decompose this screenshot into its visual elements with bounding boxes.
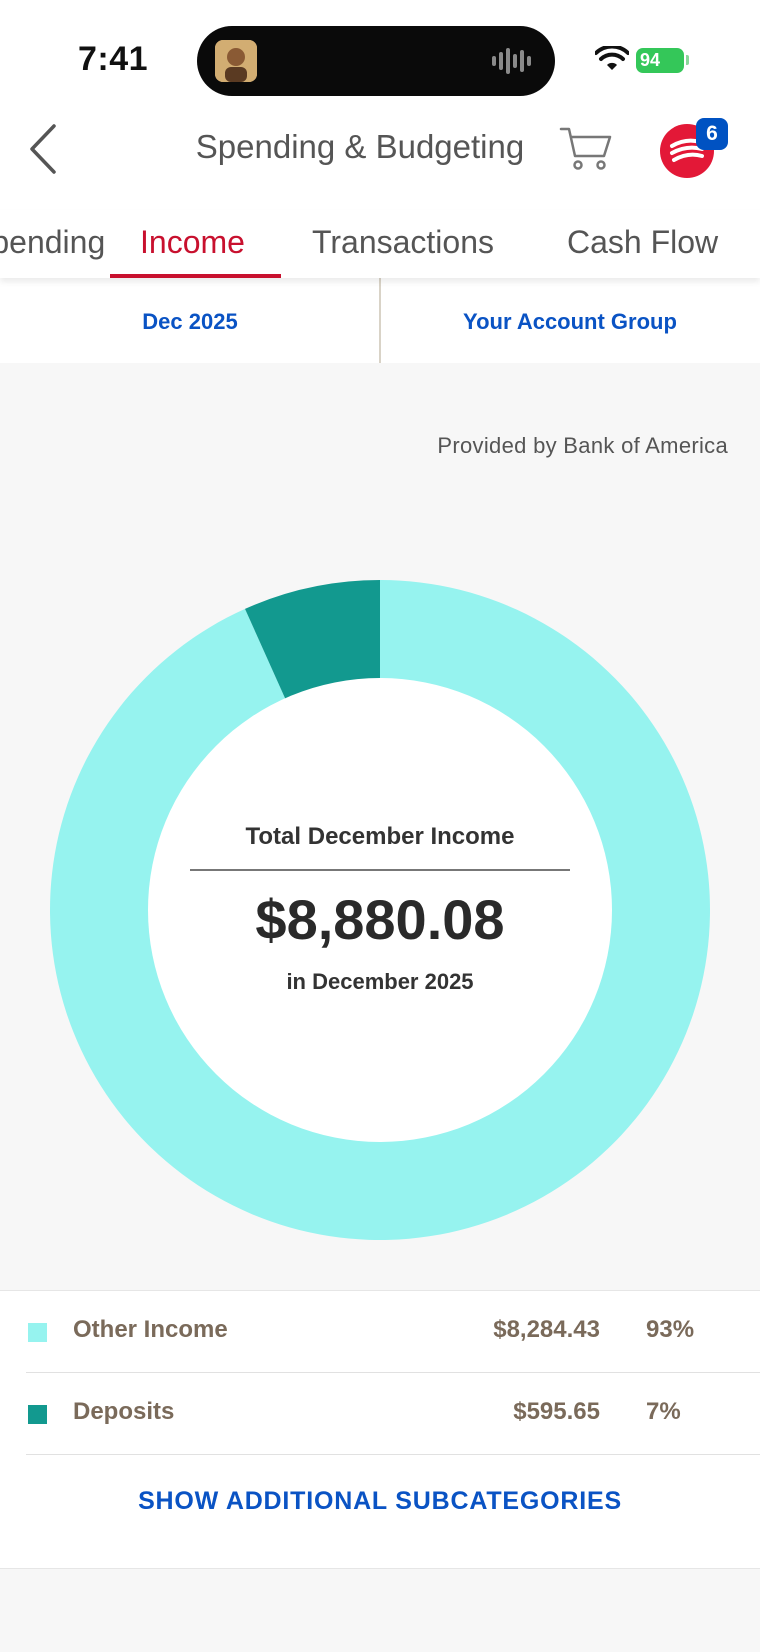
chart-center-subtitle: in December 2025: [286, 969, 474, 994]
legend-label: Other Income: [73, 1316, 228, 1343]
tab-transactions[interactable]: Transactions: [312, 224, 494, 261]
date-filter-button[interactable]: Dec 2025: [0, 278, 380, 363]
account-group-button[interactable]: Your Account Group: [380, 278, 760, 363]
tab-cash-flow[interactable]: Cash Flow: [567, 224, 718, 261]
legend-swatch: [28, 1405, 47, 1424]
legend-value: $8,284.43: [493, 1316, 600, 1343]
notifications-button[interactable]: 6: [660, 118, 728, 180]
tab-income[interactable]: Income: [140, 224, 245, 261]
tab-spending[interactable]: Spending: [0, 224, 105, 261]
back-button[interactable]: [22, 120, 66, 178]
wifi-icon: [595, 46, 629, 70]
legend-percent: 7%: [646, 1398, 681, 1425]
legend-divider: [26, 1454, 760, 1455]
notification-badge: 6: [696, 118, 728, 150]
filter-bar: Dec 2025 Your Account Group: [0, 278, 760, 364]
chart-center-title: Total December Income: [245, 823, 515, 850]
cart-icon[interactable]: [558, 124, 614, 172]
legend-row-deposits[interactable]: Deposits $595.65 7%: [0, 1373, 760, 1455]
app-header: Spending & Budgeting 6: [0, 100, 760, 210]
dynamic-island: [197, 26, 555, 96]
show-subcategories-button[interactable]: SHOW ADDITIONAL SUBCATEGORIES: [0, 1487, 760, 1516]
legend-row-other-income[interactable]: Other Income $8,284.43 93%: [0, 1291, 760, 1373]
status-time: 7:41: [78, 40, 149, 78]
battery-indicator: 94: [636, 48, 684, 73]
status-bar: 7:41 94: [0, 0, 760, 100]
provider-note: Provided by Bank of America: [437, 433, 728, 458]
audio-waveform-icon: [492, 48, 531, 74]
legend-percent: 93%: [646, 1316, 695, 1343]
tab-bar: Spending Income Transactions Cash Flow: [0, 210, 760, 278]
legend-swatch: [28, 1323, 47, 1342]
bottom-area: [0, 1568, 760, 1652]
legend-label: Deposits: [73, 1398, 175, 1425]
chart-center-divider: [190, 869, 570, 871]
now-playing-artwork: [215, 40, 257, 82]
active-tab-indicator: [110, 274, 281, 278]
legend-value: $595.65: [513, 1398, 600, 1425]
income-legend: Other Income $8,284.43 93% Deposits $595…: [0, 1290, 760, 1569]
battery-cap: [686, 55, 689, 65]
income-chart-section: Provided by Bank of America Total Decemb…: [0, 363, 760, 1290]
total-income-amount: $8,880.08: [255, 888, 505, 951]
page-title: Spending & Budgeting: [195, 128, 525, 165]
